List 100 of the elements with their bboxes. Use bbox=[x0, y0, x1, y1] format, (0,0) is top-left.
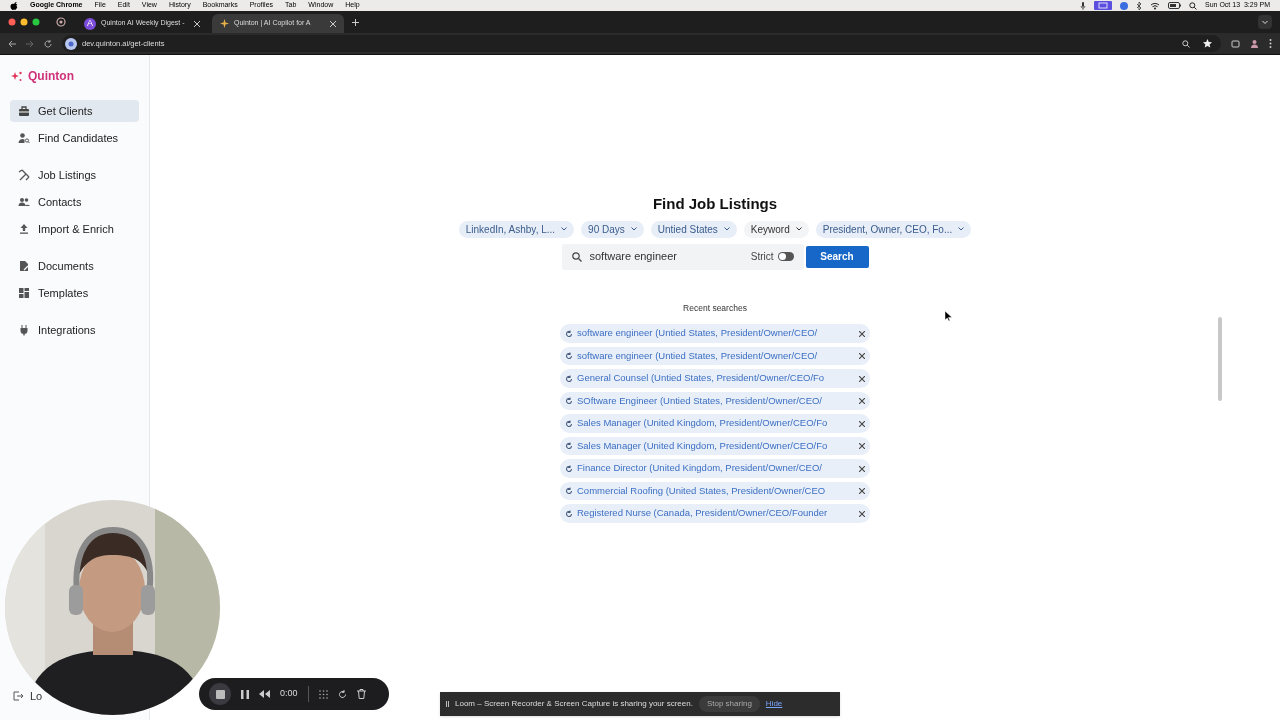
recent-search-text: Sales Manager (United Kingdom, President/Owner/CEO/Fo bbox=[577, 416, 829, 431]
forward-icon[interactable] bbox=[26, 39, 34, 48]
sidebar-item[interactable]: Templates bbox=[10, 282, 139, 304]
extensions-icon[interactable] bbox=[1231, 39, 1240, 48]
rewind-icon[interactable] bbox=[259, 690, 270, 698]
strict-toggle[interactable] bbox=[777, 252, 794, 261]
chevron-down-icon bbox=[723, 227, 730, 231]
refresh-icon bbox=[565, 374, 573, 383]
site-info-icon bbox=[65, 37, 77, 50]
logout-link[interactable]: Lo bbox=[30, 687, 43, 704]
apple-icon[interactable] bbox=[10, 1, 18, 10]
recent-search-chip[interactable]: SOftware Engineer (Untied States, President/Owner/CEO/ bbox=[560, 391, 870, 411]
sidebar-item[interactable]: Get Clients bbox=[10, 100, 139, 122]
close-icon[interactable] bbox=[859, 353, 865, 359]
sidebar-item[interactable]: Contacts bbox=[10, 191, 139, 213]
chevron-down-icon bbox=[561, 227, 568, 231]
plug-icon bbox=[18, 324, 30, 336]
dot-grid-icon[interactable] bbox=[318, 689, 328, 699]
pause-icon[interactable] bbox=[241, 689, 249, 699]
cursor-icon bbox=[945, 311, 952, 321]
search-button[interactable]: Search bbox=[805, 245, 869, 268]
person-search-icon bbox=[18, 132, 30, 144]
zoom-icon[interactable] bbox=[1182, 39, 1190, 48]
favicon: A bbox=[84, 17, 96, 30]
more-icon[interactable] bbox=[1269, 39, 1272, 48]
close-icon[interactable] bbox=[859, 375, 865, 382]
grid-icon bbox=[18, 287, 30, 299]
close-icon[interactable] bbox=[859, 465, 865, 472]
filter-dropdown[interactable]: 90 Days bbox=[581, 220, 644, 238]
sidebar-item[interactable]: Import & Enrich bbox=[10, 218, 139, 240]
scrollbar-thumb[interactable] bbox=[1218, 317, 1222, 401]
close-icon[interactable] bbox=[859, 420, 865, 427]
profile-icon[interactable] bbox=[1250, 39, 1259, 48]
bluetooth-icon[interactable] bbox=[1136, 1, 1142, 10]
close-icon[interactable] bbox=[859, 488, 865, 494]
recent-search-chip[interactable]: Finance Director (United Kingdom, President/Owner/CEO/ bbox=[560, 459, 870, 478]
tab-search-icon[interactable] bbox=[1258, 15, 1272, 29]
stop-sharing-button[interactable]: Stop sharing bbox=[698, 696, 760, 712]
recent-search-text: Commercial Roofing (United States, President/Owner/CEO bbox=[577, 483, 827, 498]
recent-search-text: Finance Director (United Kingdom, President/Owner/CEO/ bbox=[577, 461, 823, 476]
logo-text: Quinton bbox=[28, 68, 74, 85]
sidebar-item[interactable]: Find Candidates bbox=[10, 127, 139, 149]
trash-icon[interactable] bbox=[356, 689, 366, 699]
refresh-icon bbox=[565, 509, 573, 518]
filter-dropdown[interactable]: Keyword bbox=[743, 220, 809, 238]
new-tab-icon[interactable] bbox=[352, 18, 359, 26]
search-icon[interactable] bbox=[1189, 1, 1197, 10]
reload-icon[interactable] bbox=[44, 39, 52, 48]
filter-dropdown[interactable]: LinkedIn, Ashby, L... bbox=[458, 220, 575, 238]
stop-button[interactable] bbox=[209, 683, 231, 705]
screen-share-icon[interactable] bbox=[1094, 1, 1112, 10]
window-controls-icon[interactable] bbox=[8, 18, 42, 26]
close-icon[interactable] bbox=[859, 443, 865, 449]
recent-search-text: Registered Nurse (Canada, President/Owner/CEO/Founder bbox=[577, 506, 829, 521]
notification-text: Loom – Screen Recorder & Screen Capture is sharing your screen. bbox=[455, 698, 693, 710]
app-circle-icon[interactable] bbox=[1120, 1, 1128, 10]
chevron-down-icon bbox=[630, 227, 637, 231]
hide-link[interactable]: Hide bbox=[765, 698, 783, 710]
search-field[interactable]: software engineer bbox=[589, 248, 743, 265]
recent-search-text: General Counsel (Untied States, President/Owner/CEO/Fo bbox=[577, 371, 826, 386]
close-icon[interactable] bbox=[859, 330, 865, 337]
recent-search-text: software engineer (Untied States, President/Owner/CEO/ bbox=[577, 348, 819, 363]
timer: 0:00 bbox=[280, 687, 298, 701]
bookmark-star-icon[interactable] bbox=[1203, 39, 1212, 48]
sidebar-item[interactable]: Job Listings bbox=[10, 164, 139, 186]
record-tab-icon[interactable] bbox=[56, 17, 66, 27]
chevron-down-icon bbox=[958, 227, 965, 231]
refresh-icon bbox=[565, 442, 573, 450]
logout-icon[interactable] bbox=[12, 689, 24, 702]
chevron-down-icon bbox=[795, 227, 802, 231]
sidebar-item[interactable]: Documents bbox=[10, 255, 139, 277]
refresh-icon bbox=[565, 419, 573, 428]
recent-search-chip[interactable]: Registered Nurse (Canada, President/Owner/CEO/Founder bbox=[560, 504, 870, 523]
filter-dropdown[interactable]: Untied States bbox=[650, 220, 737, 238]
recent-search-chip[interactable]: software engineer (Untied States, President/Owner/CEO/ bbox=[560, 346, 870, 366]
upload-icon bbox=[18, 223, 30, 235]
recent-search-chip[interactable]: Sales Manager (United Kingdom, President/Owner/CEO/Fo bbox=[560, 436, 870, 456]
sidebar-item[interactable]: Integrations bbox=[10, 319, 139, 341]
recent-search-chip[interactable]: Commercial Roofing (United States, President/Owner/CEO bbox=[560, 481, 870, 501]
document-icon bbox=[18, 260, 30, 272]
wifi-icon[interactable] bbox=[1150, 1, 1160, 10]
sparkle-logo-icon bbox=[11, 70, 22, 82]
battery-icon[interactable] bbox=[1168, 2, 1181, 9]
restart-icon[interactable] bbox=[337, 689, 347, 699]
refresh-icon bbox=[565, 329, 573, 338]
recent-search-chip[interactable]: General Counsel (Untied States, President/Owner/CEO/Fo bbox=[560, 369, 870, 388]
recent-search-chip[interactable]: Sales Manager (United Kingdom, President/Owner/CEO/Fo bbox=[560, 414, 870, 433]
filter-dropdown[interactable]: President, Owner, CEO, Fo... bbox=[815, 220, 972, 238]
recent-search-chip[interactable]: software engineer (Untied States, President/Owner/CEO/ bbox=[560, 324, 870, 343]
close-icon[interactable] bbox=[859, 510, 865, 517]
refresh-icon bbox=[565, 397, 573, 405]
search-icon bbox=[571, 251, 582, 262]
recent-search-text: Sales Manager (United Kingdom, President/Owner/CEO/Fo bbox=[577, 438, 829, 453]
people-icon bbox=[18, 196, 30, 208]
back-icon[interactable] bbox=[8, 39, 16, 48]
close-icon[interactable] bbox=[859, 398, 865, 404]
strict-label: Strict bbox=[750, 250, 774, 264]
refresh-icon bbox=[565, 487, 573, 495]
search-bar[interactable]: software engineer Strict bbox=[561, 243, 804, 270]
refresh-icon bbox=[565, 464, 573, 473]
